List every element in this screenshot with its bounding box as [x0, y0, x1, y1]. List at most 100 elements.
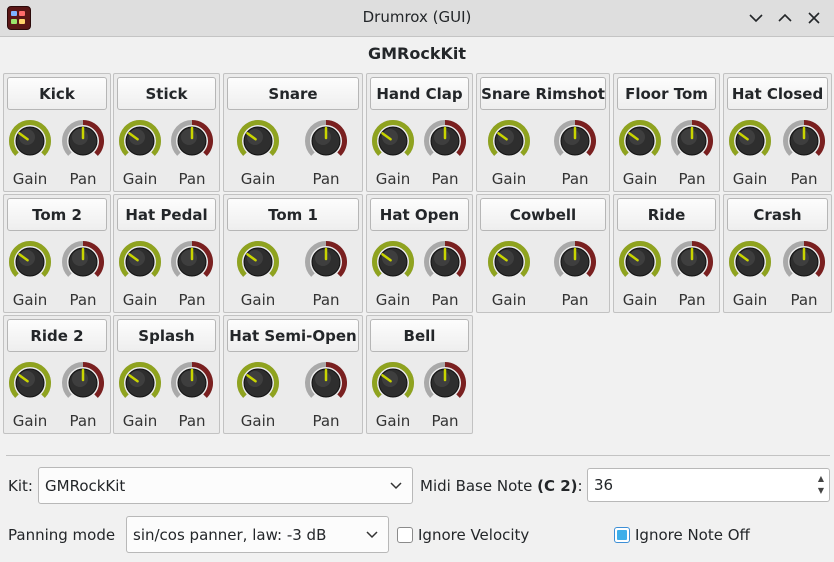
pan-knob[interactable] — [62, 120, 104, 162]
pan-knob[interactable] — [783, 120, 825, 162]
gain-knob[interactable] — [237, 362, 279, 404]
panning-mode-select[interactable]: sin/cos panner, law: -3 dB — [126, 516, 389, 553]
pan-knob[interactable] — [171, 120, 213, 162]
gain-label: Gain — [240, 170, 276, 188]
gain-knob[interactable] — [119, 120, 161, 162]
instrument-name-button[interactable]: Bell — [370, 319, 469, 352]
instrument-name-button[interactable]: Crash — [727, 198, 828, 231]
instrument-name-button[interactable]: Floor Tom — [617, 77, 716, 110]
gain-knob[interactable] — [619, 120, 661, 162]
pan-label: Pan — [69, 291, 97, 309]
minimize-button[interactable] — [745, 7, 767, 29]
pan-knob[interactable] — [424, 241, 466, 283]
close-icon — [808, 12, 820, 24]
instrument-name-button[interactable]: Stick — [117, 77, 216, 110]
gain-label: Gain — [622, 291, 658, 309]
pan-knob[interactable] — [671, 120, 713, 162]
instrument-name-button[interactable]: Ride 2 — [7, 319, 107, 352]
gain-knob[interactable] — [729, 241, 771, 283]
gain-label: Gain — [240, 412, 276, 430]
gain-knob[interactable] — [619, 241, 661, 283]
panning-mode-label: Panning mode — [8, 526, 116, 544]
gain-knob[interactable] — [9, 120, 51, 162]
gain-label: Gain — [732, 170, 768, 188]
pan-label: Pan — [431, 170, 459, 188]
instrument-panel: Ride Gain Pan — [613, 194, 720, 313]
instrument-name-button[interactable]: Hat Closed — [727, 77, 828, 110]
ignore-note-off-label[interactable]: Ignore Note Off — [635, 526, 750, 544]
gain-knob[interactable] — [372, 362, 414, 404]
gain-knob[interactable] — [488, 241, 530, 283]
instrument-name-button[interactable]: Tom 2 — [7, 198, 107, 231]
instrument-name-button[interactable]: Snare Rimshot — [480, 77, 606, 110]
pan-knob[interactable] — [554, 120, 596, 162]
pan-label: Pan — [678, 291, 706, 309]
ignore-velocity-checkbox[interactable] — [397, 527, 413, 543]
pan-label: Pan — [69, 412, 97, 430]
gain-label: Gain — [375, 412, 411, 430]
gain-knob[interactable] — [372, 241, 414, 283]
instrument-name-button[interactable]: Hat Open — [370, 198, 469, 231]
instrument-panel: Crash Gain Pan — [723, 194, 832, 313]
gain-knob[interactable] — [237, 120, 279, 162]
gain-knob[interactable] — [9, 362, 51, 404]
gain-knob[interactable] — [488, 120, 530, 162]
gain-knob[interactable] — [237, 241, 279, 283]
midi-note-name: (C 2) — [537, 477, 578, 495]
gain-knob[interactable] — [119, 241, 161, 283]
pan-knob[interactable] — [305, 120, 347, 162]
midi-base-note-label: Midi Base Note (C 2): — [420, 477, 583, 495]
ignore-velocity-label[interactable]: Ignore Velocity — [418, 526, 529, 544]
instrument-panel: Bell Gain Pan — [366, 315, 473, 434]
pan-knob[interactable] — [171, 362, 213, 404]
gain-label: Gain — [375, 291, 411, 309]
gain-knob[interactable] — [119, 362, 161, 404]
instrument-name-button[interactable]: Hat Semi-Open — [227, 319, 359, 352]
instrument-panel: Ride 2 Gain Pan — [3, 315, 111, 434]
close-button[interactable] — [803, 7, 825, 29]
chevron-down-icon — [749, 14, 763, 23]
gain-label: Gain — [491, 291, 527, 309]
pan-knob[interactable] — [424, 120, 466, 162]
maximize-button[interactable] — [774, 7, 796, 29]
pan-knob[interactable] — [783, 241, 825, 283]
kit-select[interactable]: GMRockKit — [38, 467, 413, 504]
instrument-name-button[interactable]: Hand Clap — [370, 77, 469, 110]
pan-knob[interactable] — [305, 241, 347, 283]
instrument-panel: Hand Clap Gain Pan — [366, 73, 473, 192]
ignore-note-off-checkbox[interactable] — [614, 527, 630, 543]
pan-label: Pan — [790, 170, 818, 188]
midi-base-note-spinbox[interactable]: 36 ▲ ▼ — [587, 468, 830, 502]
instrument-name-button[interactable]: Cowbell — [480, 198, 606, 231]
gain-label: Gain — [375, 170, 411, 188]
instrument-name-button[interactable]: Hat Pedal — [117, 198, 216, 231]
instrument-panel: Splash Gain Pan — [113, 315, 220, 434]
gain-label: Gain — [122, 291, 158, 309]
pan-knob[interactable] — [305, 362, 347, 404]
gain-knob[interactable] — [372, 120, 414, 162]
pan-knob[interactable] — [62, 241, 104, 283]
spin-down-icon[interactable]: ▼ — [818, 487, 824, 495]
instrument-name-button[interactable]: Splash — [117, 319, 216, 352]
pan-label: Pan — [312, 170, 340, 188]
midi-base-note-value: 36 — [594, 476, 614, 494]
pan-label: Pan — [678, 170, 706, 188]
instrument-panel: Hat Closed Gain Pan — [723, 73, 832, 192]
instrument-name-button[interactable]: Snare — [227, 77, 359, 110]
instrument-panel: Floor Tom Gain Pan — [613, 73, 720, 192]
pan-label: Pan — [561, 291, 589, 309]
pan-knob[interactable] — [671, 241, 713, 283]
gain-label: Gain — [12, 412, 48, 430]
instrument-name-button[interactable]: Tom 1 — [227, 198, 359, 231]
gain-knob[interactable] — [729, 120, 771, 162]
kit-heading: GMRockKit — [367, 44, 467, 63]
pan-knob[interactable] — [62, 362, 104, 404]
instrument-panel: Hat Pedal Gain Pan — [113, 194, 220, 313]
pan-knob[interactable] — [554, 241, 596, 283]
pan-knob[interactable] — [424, 362, 466, 404]
instrument-name-button[interactable]: Kick — [7, 77, 107, 110]
instrument-name-button[interactable]: Ride — [617, 198, 716, 231]
pan-knob[interactable] — [171, 241, 213, 283]
gain-knob[interactable] — [9, 241, 51, 283]
spin-up-icon[interactable]: ▲ — [818, 475, 824, 483]
